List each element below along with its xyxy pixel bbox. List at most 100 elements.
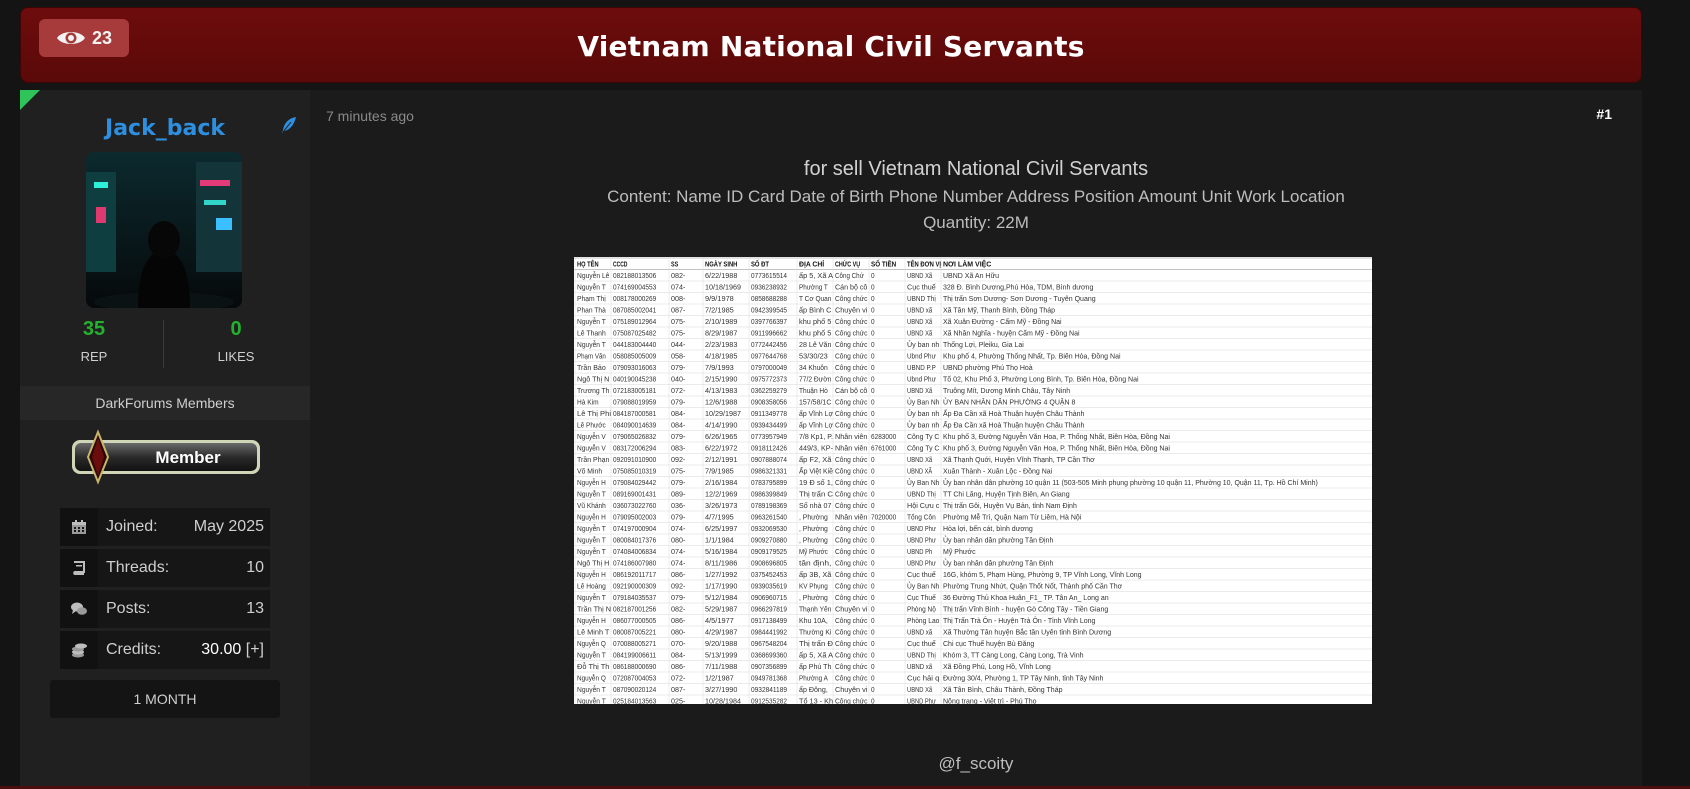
- author-username-link[interactable]: Jack_back: [20, 116, 310, 141]
- sheet-cell: 072-: [671, 676, 686, 683]
- sheet-cell: 025184013563: [613, 699, 656, 704]
- sheet-cell: UBND XÃ: [907, 467, 932, 476]
- joined-label: Joined:: [106, 518, 158, 535]
- sheet-cell: Công chức: [835, 699, 868, 704]
- sheet-cell: ấp F2, Xã: [799, 455, 832, 464]
- sheet-cell: UBND Xã: [907, 273, 932, 280]
- sheet-cell: Chuyên vi: [835, 607, 868, 614]
- sheet-cell: 1/27/1992: [705, 572, 737, 579]
- spreadsheet-screenshot[interactable]: HỌ TÊN CCCD SS NGÀY SINH SỐ ĐT ĐỊA CHỈ CHỨC VỤ…: [574, 257, 1372, 707]
- sheet-cell: Nguyễn Lê: [577, 271, 610, 280]
- sheet-cell: 008178000269: [613, 296, 656, 303]
- sheet-cell: Nguyễn T: [577, 651, 606, 660]
- sheet-cell: UBND Thị: [907, 492, 936, 499]
- sheet-cell: Xã Tân Mỹ, Thanh Bình, Đồng Tháp: [943, 306, 1055, 315]
- sheet-cell: ấp 5, Xã A: [799, 651, 833, 660]
- sheet-cell: Ủy Ban Nh: [907, 398, 939, 407]
- sheet-cell: 157/58/1C: [799, 400, 831, 407]
- sheet-cell: 0932069530: [751, 526, 787, 533]
- sheet-cell: 036-: [671, 503, 686, 510]
- credits-value: 30.00 [+]: [201, 641, 264, 659]
- sheet-cell: 6761000: [871, 446, 896, 453]
- sheet-cell: 6283000: [871, 434, 896, 441]
- sheet-cell: Chuyên vi: [835, 687, 868, 694]
- sheet-cell: 0986321331: [751, 469, 787, 476]
- post-number-link[interactable]: #1: [1596, 106, 1612, 122]
- sheet-cell: 6/26/1965: [705, 434, 737, 441]
- sheet-cell: 084090014639: [613, 423, 656, 430]
- sheet-cell: 7/9/1985: [705, 469, 734, 476]
- sheet-cell: 0: [871, 354, 875, 361]
- sheet-cell: 0: [871, 411, 875, 418]
- sheet-cell: Công Ty C: [907, 434, 939, 441]
- sheet-cell: Công chức: [835, 423, 868, 430]
- posts-row: Posts: 13: [60, 590, 270, 628]
- sheet-cell: 4/13/1983: [705, 388, 737, 395]
- author-sidebar: Jack_back 35 REP 0 LIKES DarkForums Memb…: [20, 90, 310, 789]
- add-credits-link[interactable]: [+]: [246, 641, 264, 658]
- sheet-cell: 074-: [671, 526, 686, 533]
- sheet-cell: Khu phố 4, Phường Thống Nhất, Tp. Biên H…: [943, 352, 1121, 361]
- calendar-icon: [60, 508, 98, 546]
- sheet-cell: Hà Kim: [577, 400, 599, 407]
- sheet-cell: 0: [871, 641, 875, 648]
- credits-amount: 30.00: [201, 641, 242, 658]
- sheet-cell: 0772442456: [751, 342, 787, 349]
- sheet-cell: 7/9/1993: [705, 365, 734, 372]
- sheet-cell: Ủy Ban Nh: [907, 582, 939, 591]
- threads-label: Threads:: [106, 559, 170, 576]
- sheet-cell: 0: [871, 319, 875, 326]
- sheet-cell: 086-: [671, 664, 686, 671]
- sheet-cell: Phường T: [799, 285, 828, 292]
- sheet-cell: 0: [871, 699, 875, 704]
- sheet-cell: Nguyễn H: [577, 513, 606, 522]
- posts-label: Posts:: [106, 600, 151, 617]
- sheet-cell: 0: [871, 285, 875, 292]
- sheet-cell: 0: [871, 388, 875, 395]
- sheet-cell: 075189012964: [613, 319, 656, 326]
- sheet-cell: 087-: [671, 308, 686, 315]
- sheet-cell: UBND Phư: [907, 699, 936, 704]
- likes-stat[interactable]: 0 LIKES: [166, 318, 306, 364]
- sheet-cell: 074-: [671, 561, 686, 568]
- sheet-cell: UBND Phư: [907, 538, 936, 545]
- sheet-cell: Phường Mễ Trì, Quận Nam Từ Liêm, Hà Nội: [943, 513, 1082, 522]
- sheet-header-cell: CCCD: [613, 262, 627, 269]
- sheet-cell: UBND phường Phú Thọ Hoà: [943, 365, 1033, 372]
- sheet-header-cell: HỌ TÊN: [577, 260, 599, 269]
- sheet-cell: 040190045238: [613, 377, 656, 384]
- sheet-cell: 080-: [671, 630, 686, 637]
- sheet-cell: 058-: [671, 354, 686, 361]
- sheet-cell: Ấp Việt Kiề: [799, 466, 833, 476]
- sheet-header-cell: TÊN ĐƠN VỊ: [907, 260, 941, 269]
- sheet-cell: Công chức: [835, 354, 868, 361]
- sheet-cell: 092091010900: [613, 457, 656, 464]
- sheet-cell: Ủy ban nhân dân phường Tân Định: [943, 536, 1053, 545]
- sheet-cell: Công chức: [835, 296, 868, 303]
- sheet-cell: UBND P.P: [907, 365, 936, 372]
- sheet-cell: Lê Phước: [577, 423, 606, 430]
- reputation-stat[interactable]: 35 REP: [24, 318, 164, 364]
- avatar[interactable]: [86, 152, 242, 308]
- post-timestamp[interactable]: 7 minutes ago: [326, 108, 414, 124]
- sheet-cell: ấp Phú Th: [799, 662, 831, 671]
- sheet-cell: Trần Bảo: [577, 363, 606, 372]
- sheet-cell: ấp Vĩnh Lợ: [799, 409, 833, 418]
- sheet-cell: 1/1/1984: [705, 538, 734, 545]
- sheet-cell: Khu 10A,: [799, 618, 828, 625]
- sheet-cell: 074197000904: [613, 526, 656, 533]
- posts-value[interactable]: 13: [246, 600, 264, 618]
- sheet-cell: 0368699360: [751, 653, 787, 660]
- sheet-cell: Đỗ Thị Th: [577, 662, 610, 671]
- sheet-cell: Chi cục Thuế huyện Bù Đăng: [943, 639, 1034, 648]
- sheet-cell: 0: [871, 664, 875, 671]
- sheet-cell: 10/28/1984: [705, 699, 741, 704]
- sheet-cell: 084187000581: [613, 411, 656, 418]
- sheet-cell: 025-: [671, 699, 686, 704]
- post: Jack_back 35 REP 0 LIKES DarkForums Memb…: [20, 90, 1642, 789]
- sheet-cell: Công chức: [835, 641, 868, 648]
- sheet-cell: 079-: [671, 400, 686, 407]
- sheet-cell: Xã Thạnh Quới, Huyện Vĩnh Thạnh, TP Cần …: [943, 455, 1095, 464]
- threads-value[interactable]: 10: [246, 559, 264, 577]
- sheet-cell: 074186007980: [613, 561, 656, 568]
